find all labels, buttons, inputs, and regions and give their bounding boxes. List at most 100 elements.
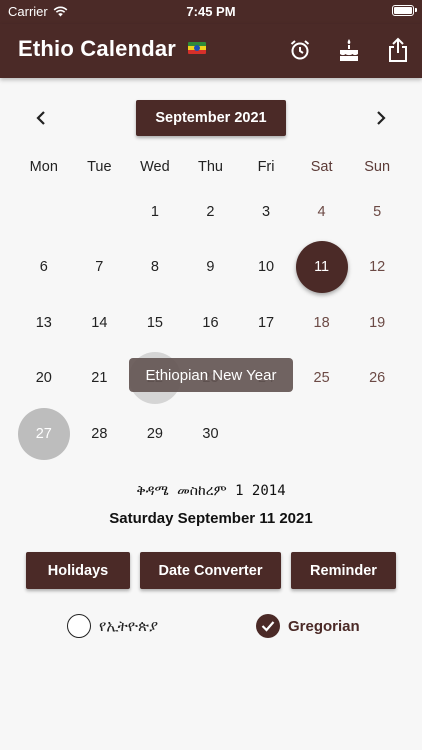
- weekday-label: Wed: [140, 159, 170, 175]
- day-number: 30: [202, 425, 219, 442]
- birthday-button[interactable]: [335, 36, 363, 64]
- calendar-day[interactable]: 10: [238, 240, 294, 296]
- calendar-day[interactable]: 26: [349, 351, 405, 407]
- calendar-week: 1 2 3 4 5: [16, 184, 405, 240]
- day-number: 3: [261, 203, 271, 220]
- next-month-button[interactable]: [369, 106, 393, 130]
- day-number: 10: [257, 259, 275, 276]
- day-number: 15: [146, 314, 163, 331]
- weekday-label: Sat: [310, 159, 333, 175]
- day-number: 7: [95, 259, 104, 276]
- gregorian-mode-option[interactable]: Gregorian: [256, 614, 360, 638]
- day-number: 16: [202, 314, 219, 331]
- calendar-day[interactable]: 5: [349, 184, 405, 240]
- birthday-cake-icon: [340, 39, 358, 61]
- day-number: 5: [373, 203, 382, 220]
- calendar-day[interactable]: 30: [183, 406, 239, 462]
- day-number: 27: [35, 425, 52, 442]
- calendar-day[interactable]: 17: [238, 295, 294, 351]
- day-number: 14: [91, 314, 108, 331]
- calendar-week: 13 14 15 16 17 18 19: [16, 295, 405, 351]
- weekday-label: Mon: [29, 159, 58, 175]
- calendar-day[interactable]: 7: [72, 240, 128, 296]
- calendar-day[interactable]: 14: [72, 295, 128, 351]
- holidays-button[interactable]: Holidays: [26, 552, 130, 589]
- status-bar: Carrier 7:45 PM: [0, 0, 422, 24]
- month-navigation: September 2021: [0, 100, 422, 136]
- gregorian-date-label: Saturday September 11 2021: [109, 510, 313, 527]
- calendar-day-empty: [72, 184, 128, 240]
- day-number: 2: [206, 203, 215, 220]
- calendar-day-empty: [16, 184, 72, 240]
- share-icon: [389, 37, 407, 62]
- app-bar: Ethio Calendar: [0, 24, 422, 78]
- day-number: 1: [150, 203, 159, 220]
- day-number: 13: [35, 314, 52, 331]
- checkmark-icon: [261, 621, 275, 632]
- calendar-day[interactable]: 21: [72, 351, 128, 407]
- weekday-label: Tue: [87, 159, 112, 175]
- alarm-icon: [290, 40, 310, 60]
- calendar-day-empty: [349, 406, 405, 462]
- calendar-day[interactable]: 4: [294, 184, 350, 240]
- radio-checked-icon: [256, 614, 280, 638]
- calendar-day[interactable]: 19: [349, 295, 405, 351]
- calendar-day[interactable]: 20: [16, 351, 72, 407]
- day-number: 19: [369, 314, 386, 331]
- day-number: 20: [35, 370, 52, 387]
- ethiopia-flag-icon: [188, 42, 207, 55]
- ethiopian-date-label: ቅዳሜ መስከረም 1 2014: [136, 483, 286, 499]
- calendar-day[interactable]: 9: [183, 240, 239, 296]
- chevron-right-icon: [377, 111, 386, 125]
- calendar-day[interactable]: 16: [183, 295, 239, 351]
- reminder-button[interactable]: Reminder: [291, 552, 396, 589]
- status-time: 7:45 PM: [186, 4, 236, 19]
- calendar-day[interactable]: 29: [127, 406, 183, 462]
- day-number: 8: [150, 259, 159, 276]
- action-buttons: Holidays Date Converter Reminder: [0, 552, 422, 589]
- calendar-grid: Mon Tue Wed Thu Fri Sat Sun 1 2 3 4 5 6 …: [16, 150, 405, 462]
- calendar-day[interactable]: 13: [16, 295, 72, 351]
- calendar-day[interactable]: 15: [127, 295, 183, 351]
- day-number: 26: [369, 370, 386, 387]
- day-number: 12: [369, 259, 386, 276]
- day-number: 9: [206, 259, 215, 276]
- calendar-day-selected[interactable]: 11: [294, 240, 350, 296]
- calendar-day[interactable]: 2: [183, 184, 239, 240]
- calendar-day[interactable]: 28: [72, 406, 128, 462]
- calendar-day-empty: [294, 406, 350, 462]
- calendar-day-empty: [238, 406, 294, 462]
- weekday-label: Sun: [364, 159, 391, 175]
- ethiopian-mode-label: የኢትዮጵያ: [99, 617, 159, 635]
- day-number: 11: [314, 259, 330, 276]
- prev-month-button[interactable]: [29, 106, 53, 130]
- calendar-week: 6 7 8 9 10 11 12: [16, 240, 405, 296]
- calendar-day[interactable]: 3: [238, 184, 294, 240]
- ethiopian-mode-option[interactable]: የኢትዮጵያ: [67, 614, 158, 638]
- battery-icon: [392, 5, 417, 16]
- calendar-day[interactable]: 18: [294, 295, 350, 351]
- date-converter-button[interactable]: Date Converter: [140, 552, 281, 589]
- gregorian-mode-label: Gregorian: [288, 617, 360, 635]
- weekday-label: Fri: [257, 159, 275, 175]
- calendar-day[interactable]: 6: [16, 240, 72, 296]
- weekday-header: Mon Tue Wed Thu Fri Sat Sun: [16, 150, 405, 184]
- day-number: 6: [39, 259, 48, 276]
- day-number: 17: [257, 314, 275, 331]
- calendar-day[interactable]: 1: [127, 184, 183, 240]
- chevron-left-icon: [36, 111, 45, 125]
- day-number: 21: [91, 370, 108, 387]
- calendar-day[interactable]: 25: [294, 351, 350, 407]
- app-title: Ethio Calendar: [18, 36, 177, 61]
- calendar-day[interactable]: 12: [349, 240, 405, 296]
- holiday-tooltip: Ethiopian New Year: [129, 358, 293, 392]
- month-selector-button[interactable]: September 2021: [136, 100, 286, 136]
- day-number: 28: [91, 425, 108, 442]
- app-title-wrap: Ethio Calendar: [18, 36, 207, 62]
- day-number: 4: [317, 203, 326, 220]
- weekday-label: Thu: [197, 159, 223, 175]
- share-button[interactable]: [384, 36, 412, 64]
- calendar-day-today[interactable]: 27: [16, 406, 72, 462]
- calendar-day[interactable]: 8: [127, 240, 183, 296]
- alarm-button[interactable]: [286, 36, 314, 64]
